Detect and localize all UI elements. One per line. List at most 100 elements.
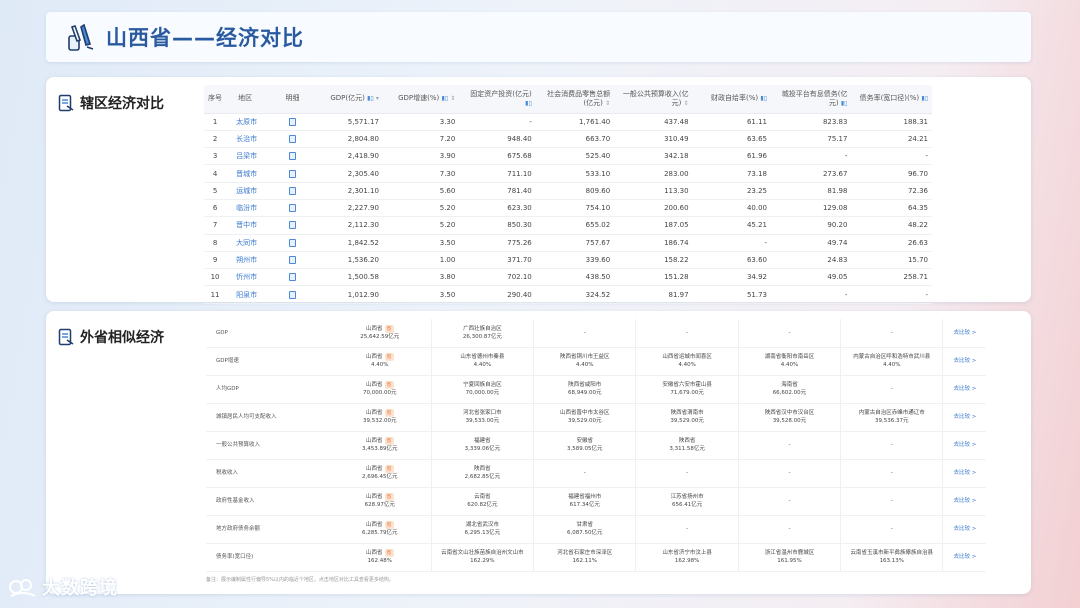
region-name: 安徽省六安市霍山县 [638,381,735,389]
compare-link[interactable]: 去比较 > [942,515,986,544]
region-link[interactable]: 朔州市 [226,251,275,270]
comparison-cell[interactable]: 湖北省武汉市 6,295.13亿元 [431,515,535,544]
region-link[interactable]: 运城市 [226,182,275,200]
compare-link[interactable]: 去比较 > [942,375,986,404]
region-link[interactable]: 晋中市 [226,216,275,235]
retail-sales-value: 809.60 [535,182,615,200]
compare-link[interactable]: 去比较 > [942,459,986,488]
comparison-cell[interactable]: 山东省济宁市汶上县 162.98% [635,543,739,572]
compare-link[interactable]: 去比较 > [942,431,986,460]
comparison-cell[interactable]: 山西省运城市闻喜区 4.40% [635,347,739,376]
comparison-cell[interactable]: 河北省张家口市 39,533.00元 [431,403,535,432]
region-value: 4.40% [883,362,901,368]
tools-icon [68,23,94,51]
comparison-cell[interactable]: 甘肃省 6,087.50亿元 [533,515,637,544]
chart-icon[interactable]: ▮▯ [441,95,448,102]
sort-icon[interactable]: ▾ [376,95,379,102]
region-name-text: 河北省张家口市 [463,410,502,416]
chart-icon[interactable]: ▮▯ [367,95,374,102]
region-link[interactable]: 阳泉市 [226,285,275,304]
comparison-cell[interactable]: 山西省省 162.48% [328,543,432,572]
detail-icon[interactable] [288,169,296,178]
comparison-cell[interactable]: 陕西省渭南市 39,529.00元 [635,403,739,432]
comparison-cell[interactable]: 云南省 620.82亿元 [431,487,535,516]
col-retail-sales[interactable]: 社会消费品零售总额(亿元) ⇕ [535,85,615,114]
compare-link[interactable]: 去比较 > [942,487,986,516]
col-debt-ratio[interactable]: 债务率(宽口径)(%) ▮▯ [851,85,932,114]
comparison-cell[interactable]: 山西省省 39,532.00元 [328,403,432,432]
region-link[interactable]: 晋城市 [226,164,275,183]
chart-icon[interactable]: ▮▯ [760,95,767,102]
comparison-cell[interactable]: 山西省省 25,642.59亿元 [328,319,432,348]
chart-icon[interactable]: ▮▯ [525,100,532,107]
comparison-cell[interactable]: 山西省省 628.97亿元 [328,487,432,516]
detail-icon[interactable] [288,117,296,126]
comparison-cell[interactable]: 江苏省扬州市 656.41亿元 [635,487,739,516]
fixed-investment-value: 675.68 [459,147,536,166]
region-name-text: 云南省 [474,494,491,500]
col-gdp-growth[interactable]: GDP增速(%) ▮▯ ⇕ [382,85,460,114]
debt-ratio-value: 64.35 [851,199,932,218]
compare-link[interactable]: 去比较 > [942,543,986,572]
comparison-cell[interactable]: 陕西省汉中市汉台区 39,528.00元 [738,403,842,432]
sort-icon[interactable]: ⇕ [605,100,610,107]
comparison-cell[interactable]: 陕西省 3,311.58亿元 [635,431,739,460]
region-link[interactable]: 忻州市 [226,268,275,287]
detail-icon[interactable] [288,221,296,230]
col-fixed-investment[interactable]: 固定资产投资(亿元) ▮▯ [459,85,536,114]
comparison-cell[interactable]: 陕西省咸阳市 68,949.00元 [533,375,637,404]
col-fiscal-self-sufficiency[interactable]: 财政自给率(%) ▮▯ [692,85,772,114]
comparison-cell[interactable]: 山西省省 6,285.79亿元 [328,515,432,544]
col-budget-revenue[interactable]: 一般公共预算收入(亿元) ⇕ [614,85,693,114]
detail-icon[interactable] [288,204,296,213]
detail-icon[interactable] [288,273,296,282]
region-name: - [638,525,735,533]
comparison-cell[interactable]: 山西省晋中市太谷区 39,529.00元 [533,403,637,432]
comparison-cell[interactable]: 云南省玉溪市新平彝族傣族自治县 163.13% [840,543,944,572]
comparison-cell[interactable]: 安徽省 3,589.05亿元 [533,431,637,460]
detail-icon[interactable] [288,152,296,161]
col-lgfv-debt[interactable]: 城投平台有息债务(亿元) ▮▯ [771,85,852,114]
comparison-cell[interactable]: 山西省省 4.40% [328,347,432,376]
sort-icon[interactable]: ⇕ [684,100,689,107]
region-link[interactable]: 太原市 [226,113,275,131]
chart-icon[interactable]: ▮▯ [921,95,928,102]
detail-icon[interactable] [288,256,296,265]
comparison-cell[interactable]: 宁夏回族自治区 70,000.00元 [431,375,535,404]
compare-link[interactable]: 去比较 > [942,319,986,348]
compare-link[interactable]: 去比较 > [942,347,986,376]
fiscal-self-sufficiency-value: 45.21 [692,216,772,235]
chart-icon[interactable]: ▮▯ [841,100,848,107]
gdp-growth-value: 3.50 [382,285,460,304]
detail-icon[interactable] [288,134,296,143]
comparison-cell[interactable]: 广西壮族自治区 26,300.87亿元 [431,319,535,348]
col-gdp[interactable]: GDP(亿元) ▮▯ ▾ [310,85,383,114]
comparison-cell[interactable]: 浙江省温州市鹿城区 161.95% [738,543,842,572]
comparison-cell[interactable]: 河北省石家庄市深泽区 162.11% [533,543,637,572]
detail-icon[interactable] [288,238,296,247]
region-link[interactable]: 临汾市 [226,199,275,218]
comparison-cell[interactable]: 陕西省铜川市王益区 4.40% [533,347,637,376]
comparison-cell[interactable]: 内蒙古自治区呼和浩特市武川县 4.40% [840,347,944,376]
comparison-cell[interactable]: 云南省文山壮族苗族自治州文山市 162.29% [431,543,535,572]
sort-icon[interactable]: ⇕ [450,95,455,102]
comparison-cell[interactable]: 福建省福州市 617.34亿元 [533,487,637,516]
comparison-cell[interactable]: 海南省 66,602.00元 [738,375,842,404]
comparison-cell[interactable]: 安徽省六安市霍山县 71,679.00元 [635,375,739,404]
comparison-cell[interactable]: 陕西省 2,682.85亿元 [431,459,535,488]
comparison-cell[interactable]: 山西省省 2,696.45亿元 [328,459,432,488]
region-name-text: 湖南省衡阳市南岳区 [764,354,815,360]
region-link[interactable]: 大同市 [226,234,275,252]
comparison-cell[interactable]: 山西省省 3,453.89亿元 [328,431,432,460]
region-link[interactable]: 吕梁市 [226,147,275,166]
comparison-cell[interactable]: 山西省省 70,000.00元 [328,375,432,404]
comparison-cell[interactable]: 湖南省衡阳市南岳区 4.40% [738,347,842,376]
comparison-cell[interactable]: 内蒙古自治区赤峰市通辽市 39,536.37元 [840,403,944,432]
gdp-value: 2,804.80 [310,130,383,149]
comparison-cell[interactable]: 福建省 3,339.06亿元 [431,431,535,460]
detail-icon[interactable] [288,186,296,195]
compare-link[interactable]: 去比较 > [942,403,986,432]
comparison-cell[interactable]: 山东省德州市秦县 4.40% [431,347,535,376]
detail-icon[interactable] [288,290,296,299]
region-link[interactable]: 长治市 [226,130,275,149]
